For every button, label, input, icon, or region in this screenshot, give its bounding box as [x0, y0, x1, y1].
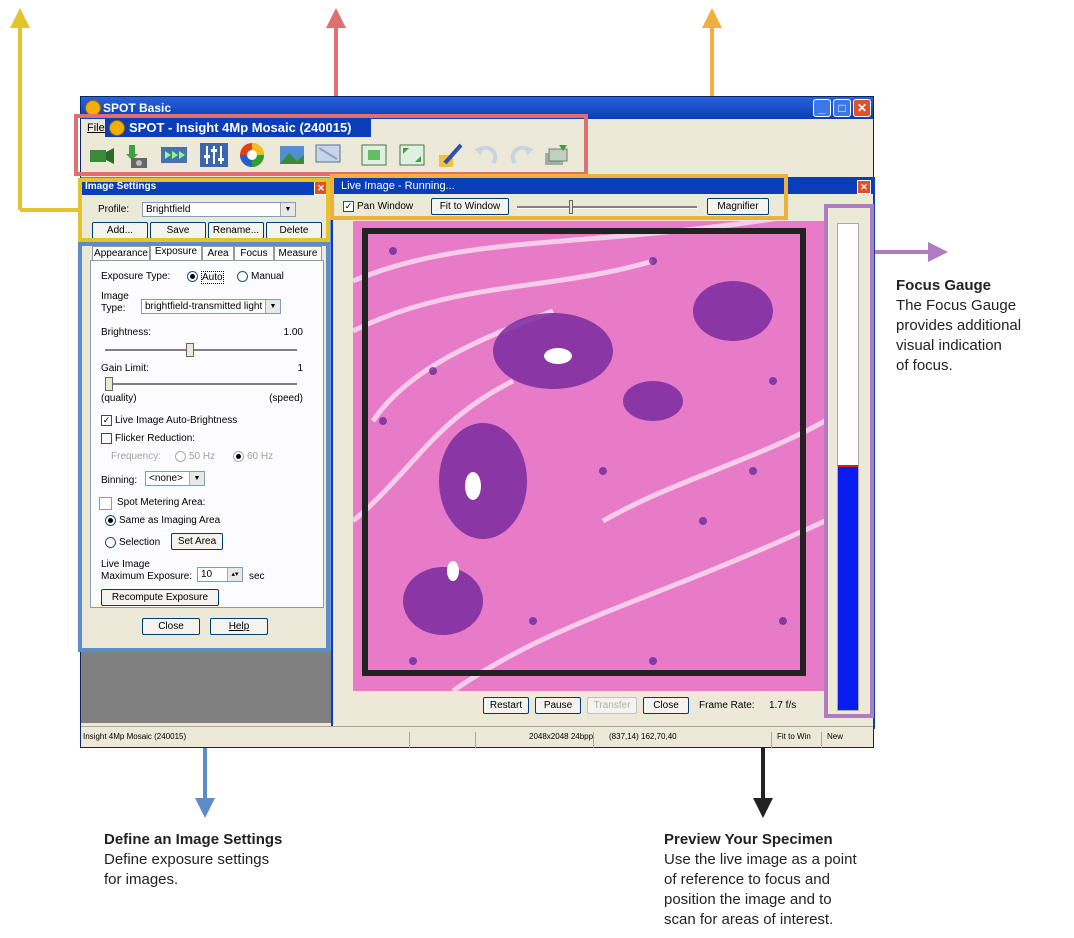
image-settings-note-title: Define an Image Settings	[104, 831, 283, 848]
live-controls-highlight-box	[330, 174, 788, 220]
image-settings-note-line: Define exposure settings	[104, 851, 270, 868]
close-window-button[interactable]: ✕	[853, 99, 871, 117]
status-divider	[593, 732, 594, 748]
status-divider	[409, 732, 410, 748]
exposure-highlight-box	[78, 242, 330, 652]
frame-rate-value: 1.7 f/s	[769, 700, 797, 711]
live-close-button[interactable]: Close	[643, 697, 689, 714]
status-divider	[821, 732, 822, 748]
transfer-button: Transfer	[587, 697, 637, 714]
focus-gauge-note: Focus Gauge The Focus Gauge provides add…	[896, 276, 1074, 376]
app-title: SPOT Basic	[103, 101, 172, 115]
focus-gauge-note-line: The Focus Gauge	[896, 297, 1017, 314]
focus-gauge-note-title: Focus Gauge	[896, 277, 992, 294]
focus-gauge-highlight-box	[824, 204, 874, 718]
frame-rate-label: Frame Rate:	[699, 700, 755, 711]
focus-gauge-note-line: provides additional	[896, 317, 1022, 334]
status-divider	[771, 732, 772, 748]
preview-specimen-note-line: position the image and to	[664, 891, 832, 908]
preview-specimen-note: Preview Your Specimen Use the live image…	[664, 830, 964, 930]
pause-button[interactable]: Pause	[535, 697, 581, 714]
toolbar-highlight-box	[74, 114, 588, 176]
status-camera: Insight 4Mp Mosaic (240015)	[83, 732, 187, 741]
focus-gauge-note-line: of focus.	[896, 357, 953, 374]
minimize-button[interactable]: _	[813, 99, 831, 117]
status-fit: Fit to Win	[777, 732, 811, 741]
maximize-button[interactable]: □	[833, 99, 851, 117]
preview-specimen-note-line: Use the live image as a point	[664, 851, 857, 868]
status-bar: Insight 4Mp Mosaic (240015) 2048x2048 24…	[81, 726, 873, 748]
preview-specimen-note-line: scan for areas of interest.	[664, 911, 834, 928]
image-settings-note-line: for images.	[104, 871, 179, 888]
status-divider	[475, 732, 476, 748]
status-state: New	[827, 732, 844, 741]
status-coords: (837,14) 162,70,40	[609, 732, 677, 741]
live-image-close-icon[interactable]: ✕	[857, 180, 871, 194]
preview-specimen-note-title: Preview Your Specimen	[664, 831, 833, 848]
image-settings-note: Define an Image Settings Define exposure…	[104, 830, 404, 890]
restart-button[interactable]: Restart	[483, 697, 529, 714]
focus-gauge-note-line: visual indication	[896, 337, 1002, 354]
status-dimensions: 2048x2048 24bpp	[529, 732, 594, 741]
preview-specimen-note-line: of reference to focus and	[664, 871, 830, 888]
profile-highlight-box	[78, 178, 330, 242]
specimen-highlight-box	[362, 228, 806, 676]
